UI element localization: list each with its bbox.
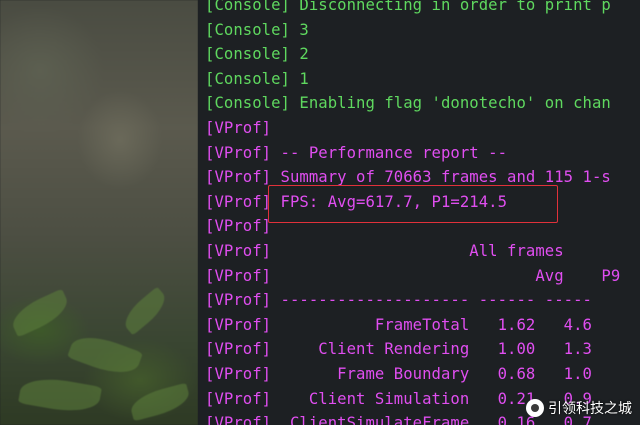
- console-line-text: All frames: [271, 242, 564, 260]
- console-line-text: Summary of 70663 frames and 115 1-s: [271, 168, 611, 187]
- watermark-text: 引领科技之城: [548, 401, 632, 417]
- console-line-prefix: [VProf]: [205, 389, 272, 408]
- console-line: [Console] 3: [205, 18, 309, 42]
- console-line-prefix: [VProf]: [205, 119, 272, 137]
- console-line-prefix: [Console]: [205, 94, 290, 113]
- console-line-prefix: [VProf]: [205, 217, 272, 236]
- console-line-text: 2: [289, 45, 309, 64]
- console-line: [VProf]: [205, 116, 271, 140]
- console-line-prefix: [VProf]: [205, 143, 272, 162]
- console-line: [Console] Enabling flag 'donotecho' on c…: [205, 91, 611, 115]
- console-line-text: Enabling flag 'donotecho' on chan: [289, 94, 611, 113]
- console-line-prefix: [Console]: [205, 45, 290, 64]
- console-line: [VProf] Client Rendering 1.00 1.3: [205, 337, 592, 361]
- watermark-logo-icon: [526, 399, 544, 417]
- console-line-text: Client Rendering 1.00 1.3: [271, 340, 592, 359]
- console-line-text: Avg P9: [271, 266, 621, 285]
- console-line-text: Frame Boundary 0.68 1.0: [271, 365, 592, 383]
- console-line-prefix: [Console]: [205, 20, 290, 39]
- fps-highlight-box: [268, 185, 558, 223]
- console-line: [VProf] Frame Boundary 0.68 1.0: [205, 362, 592, 386]
- console-line-prefix: [VProf]: [205, 291, 272, 310]
- console-line-text: 1: [289, 69, 309, 88]
- console-line-prefix: [VProf]: [205, 365, 272, 383]
- console-line: [Console] 2: [205, 42, 309, 66]
- console-line: [VProf] All frames: [205, 239, 564, 263]
- console-line-text: -------------------- ------ -----: [271, 291, 592, 310]
- console-line-prefix: [Console]: [205, 0, 290, 14]
- console-line-prefix: [VProf]: [205, 168, 272, 187]
- console-line-text: Disconnecting in order to print p: [289, 0, 611, 14]
- watermark: 引领科技之城: [526, 397, 632, 419]
- console-line: [VProf] -- Performance report --: [205, 141, 507, 165]
- console-line: [Console] Disconnecting in order to prin…: [205, 0, 611, 17]
- console-line: [Console] 1: [205, 67, 309, 91]
- console-line-prefix: [Console]: [205, 69, 290, 88]
- console-line-prefix: [VProf]: [205, 340, 272, 359]
- console-line-prefix: [VProf]: [205, 192, 272, 211]
- console-line: [VProf] FrameTotal 1.62 4.6: [205, 313, 592, 337]
- console-line: [VProf] -------------------- ------ ----…: [205, 288, 592, 312]
- console-line-prefix: [VProf]: [205, 242, 272, 260]
- console-line-prefix: [VProf]: [205, 266, 272, 285]
- console-line-prefix: [VProf]: [205, 315, 272, 334]
- console-line-prefix: [VProf]: [205, 414, 272, 425]
- console-line: [VProf] Avg P9: [205, 264, 620, 288]
- console-line-text: FrameTotal 1.62 4.6: [271, 315, 592, 334]
- console-line: [VProf]: [205, 214, 271, 238]
- console-line-text: 3: [289, 20, 309, 39]
- console-line-text: -- Performance report --: [271, 143, 508, 162]
- game-background: [0, 0, 198, 425]
